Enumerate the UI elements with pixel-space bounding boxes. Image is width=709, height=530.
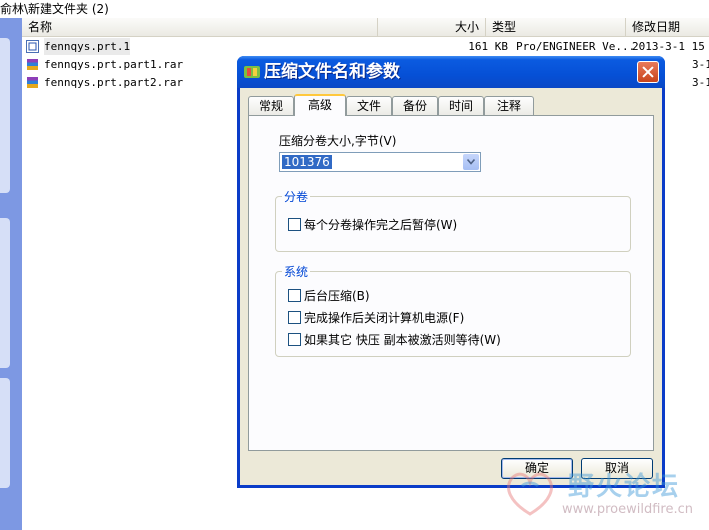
file-row[interactable]: fennqys.prt.1 161 KB Pro/ENGINEER Ve... …: [22, 38, 709, 55]
close-button[interactable]: [637, 61, 659, 83]
file-name: fennqys.prt.part2.rar: [44, 76, 184, 89]
system-group-title: 系统: [282, 263, 311, 280]
file-size: 161 KB: [468, 40, 508, 53]
watermark-url: www.proewildfire.cn: [562, 502, 693, 517]
rar-archive-icon: [27, 59, 38, 70]
file-name: fennqys.prt.1: [44, 38, 131, 55]
checkbox-label: 如果其它 快压 副本被激活则等待(W): [304, 333, 501, 347]
volume-group: 分卷 每个分卷操作完之后暂停(W): [275, 188, 631, 252]
proe-part-icon: [26, 40, 39, 53]
volume-size-label: 压缩分卷大小,字节(V): [279, 134, 397, 148]
cancel-button[interactable]: 取消: [581, 458, 653, 479]
file-list-header: 名称 大小 类型 修改日期: [22, 18, 709, 37]
wait-other-copy-checkbox[interactable]: [288, 333, 301, 346]
task-pane-panel: [0, 218, 10, 368]
volume-size-value: 101376: [282, 155, 332, 169]
chevron-down-icon: [467, 159, 475, 165]
file-name: fennqys.prt.part1.rar: [44, 58, 184, 71]
file-modified: 3-1 16: [692, 76, 709, 89]
dialog-title: 压缩文件名和参数: [264, 62, 400, 82]
tab-time[interactable]: 时间: [438, 96, 484, 115]
dialog-title-bar[interactable]: 压缩文件名和参数: [237, 56, 665, 88]
checkbox-label: 后台压缩(B): [304, 289, 370, 303]
column-header-modified[interactable]: 修改日期: [626, 18, 709, 36]
address-path: 俞林\新建文件夹 (2): [0, 0, 709, 18]
advanced-tab-panel: 压缩分卷大小,字节(V) 101376 分卷 每个分卷操作完之后暂停(W) 系统: [248, 115, 654, 451]
tab-backup[interactable]: 备份: [392, 96, 438, 115]
system-group: 系统 后台压缩(B) 完成操作后关闭计算机电源(F) 如果其它 快压 副本被激活…: [275, 263, 631, 357]
dropdown-arrow-button[interactable]: [463, 154, 479, 170]
tab-comment[interactable]: 注释: [484, 96, 534, 115]
shutdown-after-checkbox[interactable]: [288, 311, 301, 324]
tab-general[interactable]: 常规: [248, 96, 294, 115]
task-pane-panel: [0, 378, 10, 488]
app-icon: [244, 66, 260, 78]
checkbox-label: 完成操作后关闭计算机电源(F): [304, 311, 465, 325]
ok-button[interactable]: 确定: [501, 458, 573, 479]
file-type: Pro/ENGINEER Ve...: [516, 40, 636, 53]
file-modified: 2013-3-1 15: [632, 40, 705, 53]
tab-advanced[interactable]: 高级: [294, 94, 346, 116]
pause-after-volume-checkbox[interactable]: [288, 218, 301, 231]
column-header-name[interactable]: 名称: [22, 18, 378, 36]
compress-params-dialog: 压缩文件名和参数 常规 高级 文件 备份 时间 注释 压缩分卷大小,字节(V) …: [237, 56, 665, 488]
background-compress-checkbox[interactable]: [288, 289, 301, 302]
volume-group-title: 分卷: [282, 188, 311, 205]
file-modified: 3-1 16: [692, 58, 709, 71]
checkbox-label: 每个分卷操作完之后暂停(W): [304, 218, 458, 232]
volume-size-combobox[interactable]: 101376: [279, 152, 481, 172]
column-header-type[interactable]: 类型: [486, 18, 626, 36]
rar-archive-icon: [27, 77, 38, 88]
tab-files[interactable]: 文件: [346, 96, 392, 115]
task-pane: [0, 18, 22, 530]
task-pane-panel: [0, 38, 10, 193]
dialog-body: 常规 高级 文件 备份 时间 注释 压缩分卷大小,字节(V) 101376 分卷: [240, 88, 662, 485]
column-header-size[interactable]: 大小: [378, 18, 486, 36]
